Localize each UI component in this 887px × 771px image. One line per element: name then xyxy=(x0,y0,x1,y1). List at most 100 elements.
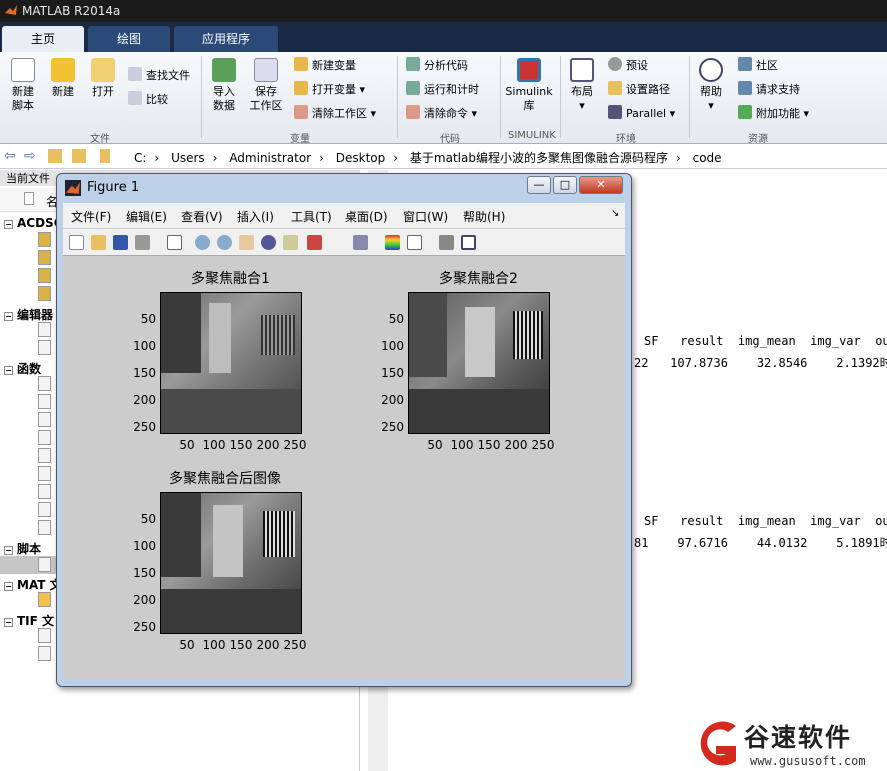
image-axes-2[interactable] xyxy=(408,292,550,434)
save-workspace-button[interactable]: 保存 工作区 xyxy=(246,58,286,113)
function-file-icon[interactable] xyxy=(38,376,51,391)
set-path-icon xyxy=(608,81,622,95)
new-button[interactable]: 新建 xyxy=(46,58,80,99)
new-figure-icon[interactable] xyxy=(69,235,84,250)
layout-button[interactable]: 布局 ▾ xyxy=(564,58,600,113)
community-button[interactable]: 社区 xyxy=(738,56,778,76)
zoom-in-icon[interactable] xyxy=(195,235,210,250)
jpg-file-icon[interactable] xyxy=(38,268,51,283)
current-folder-address-bar: ⇦ ⇨ C: › Users › Administrator › Desktop › 基… xyxy=(0,145,887,169)
breadcrumb-item[interactable]: 基于matlab编程小波的多聚焦图像融合源码程序 xyxy=(410,151,668,165)
show-plot-tools-icon[interactable] xyxy=(461,235,476,250)
back-arrow-icon[interactable]: ⇦ xyxy=(4,148,16,164)
run-and-time-button[interactable]: 运行和计时 xyxy=(406,80,479,100)
close-button[interactable]: ✕ xyxy=(579,176,623,194)
breadcrumb-item[interactable]: code xyxy=(693,151,722,165)
m-file-icon[interactable] xyxy=(38,322,51,337)
collapse-icon[interactable]: − xyxy=(4,618,13,627)
pan-hand-icon[interactable] xyxy=(239,235,254,250)
tab-plots[interactable]: 绘图 xyxy=(88,26,170,52)
hide-plot-tools-icon[interactable] xyxy=(439,235,454,250)
breadcrumb-item[interactable]: C: xyxy=(134,151,146,165)
jpg-file-icon[interactable] xyxy=(38,232,51,247)
new-script-button[interactable]: 新建 脚本 xyxy=(6,58,40,113)
function-file-icon[interactable] xyxy=(38,394,51,409)
collapse-icon[interactable]: − xyxy=(4,312,13,321)
rotate-3d-icon[interactable] xyxy=(261,235,276,250)
maximize-button[interactable]: □ xyxy=(553,176,577,194)
up-folder-icon[interactable] xyxy=(48,149,62,163)
breadcrumb-item[interactable]: Administrator xyxy=(229,151,311,165)
m-file-icon[interactable] xyxy=(38,340,51,355)
preferences-button[interactable]: 预设 xyxy=(608,56,648,76)
tif-file-icon[interactable] xyxy=(38,628,51,643)
breadcrumb-item[interactable]: Desktop xyxy=(336,151,386,165)
collapse-icon[interactable]: − xyxy=(4,546,13,555)
function-file-icon[interactable] xyxy=(38,412,51,427)
image-axes-3[interactable] xyxy=(160,492,302,634)
addons-button[interactable]: 附加功能 ▾ xyxy=(738,104,809,124)
collapse-icon[interactable]: − xyxy=(4,366,13,375)
menu-edit[interactable]: 编辑(E) xyxy=(126,208,167,225)
function-file-icon[interactable] xyxy=(38,484,51,499)
script-file-icon[interactable] xyxy=(38,557,51,572)
group-mat[interactable]: − MAT 文 xyxy=(4,576,62,593)
analyze-code-button[interactable]: 分析代码 xyxy=(406,56,468,76)
menu-view[interactable]: 查看(V) xyxy=(181,208,223,225)
clear-workspace-button[interactable]: 清除工作区 ▾ xyxy=(294,104,376,124)
tab-apps[interactable]: 应用程序 xyxy=(174,26,278,52)
help-button[interactable]: 帮助 ▾ xyxy=(694,58,728,113)
function-file-icon[interactable] xyxy=(38,520,51,535)
data-cursor-icon[interactable] xyxy=(283,235,298,250)
simulink-library-button[interactable]: Simulink 库 xyxy=(504,58,554,113)
forward-arrow-icon[interactable]: ⇨ xyxy=(24,148,36,164)
function-file-icon[interactable] xyxy=(38,448,51,463)
save-icon[interactable] xyxy=(113,235,128,250)
set-path-button[interactable]: 设置路径 xyxy=(608,80,670,100)
open-file-icon[interactable] xyxy=(91,235,106,250)
request-support-button[interactable]: 请求支持 xyxy=(738,80,800,100)
print-icon[interactable] xyxy=(135,235,150,250)
mat-file-icon[interactable] xyxy=(38,592,51,607)
image-axes-1[interactable] xyxy=(160,292,302,434)
open-button[interactable]: 打开 xyxy=(86,58,120,99)
clear-commands-button[interactable]: 清除命令 ▾ xyxy=(406,104,477,124)
menu-help[interactable]: 帮助(H) xyxy=(463,208,505,225)
tif-file-icon[interactable] xyxy=(38,646,51,661)
collapse-icon[interactable]: − xyxy=(4,582,13,591)
group-functions[interactable]: − 函数 xyxy=(4,360,41,377)
browse-folder-icon[interactable] xyxy=(72,149,86,163)
find-files-button[interactable]: 查找文件 xyxy=(128,66,190,86)
jpg-file-icon[interactable] xyxy=(38,286,51,301)
group-scripts[interactable]: − 脚本 xyxy=(4,540,41,557)
minimize-button[interactable]: — xyxy=(527,176,551,194)
parallel-button[interactable]: Parallel ▾ xyxy=(608,104,675,124)
function-file-icon[interactable] xyxy=(38,430,51,445)
pointer-icon[interactable] xyxy=(167,235,182,250)
collapse-icon[interactable]: − xyxy=(4,220,13,229)
open-variable-button[interactable]: 打开变量 ▾ xyxy=(294,80,365,100)
legend-icon[interactable] xyxy=(407,235,422,250)
compare-button[interactable]: 比较 xyxy=(128,90,168,110)
function-file-icon[interactable] xyxy=(38,502,51,517)
menu-desktop[interactable]: 桌面(D) xyxy=(345,208,388,225)
menu-insert[interactable]: 插入(I) xyxy=(237,208,274,225)
menu-tools[interactable]: 工具(T) xyxy=(291,208,332,225)
group-tif[interactable]: − TIF 文 xyxy=(4,612,54,629)
link-plot-icon[interactable] xyxy=(353,235,368,250)
group-editor[interactable]: − 编辑器 xyxy=(4,306,53,323)
group-acdsc[interactable]: − ACDSC xyxy=(4,216,63,230)
menu-window[interactable]: 窗口(W) xyxy=(403,208,448,225)
import-data-button[interactable]: 导入 数据 xyxy=(207,58,241,113)
breadcrumb-item[interactable]: Users xyxy=(171,151,205,165)
colorbar-icon[interactable] xyxy=(385,235,400,250)
tab-home[interactable]: 主页 xyxy=(2,26,84,52)
dock-arrow-icon[interactable]: ↘ xyxy=(611,208,619,219)
jpg-file-icon[interactable] xyxy=(38,250,51,265)
find-files-label: 查找文件 xyxy=(146,69,190,82)
function-file-icon[interactable] xyxy=(38,466,51,481)
new-variable-button[interactable]: 新建变量 xyxy=(294,56,356,76)
menu-file[interactable]: 文件(F) xyxy=(71,208,111,225)
brush-icon[interactable] xyxy=(307,235,322,250)
zoom-out-icon[interactable] xyxy=(217,235,232,250)
